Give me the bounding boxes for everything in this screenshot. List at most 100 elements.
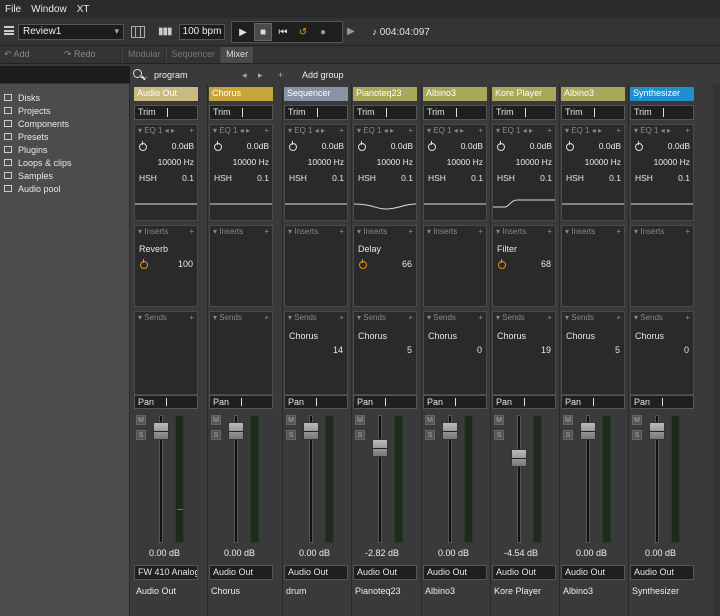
rewind-icon[interactable]: ⏮: [274, 23, 292, 41]
pan-control[interactable]: Pan: [209, 395, 273, 409]
eq-frequency[interactable]: 10000 Hz: [654, 157, 690, 167]
fader-handle[interactable]: [580, 422, 596, 440]
solo-button[interactable]: S: [355, 430, 365, 440]
send-value[interactable]: 5: [615, 345, 620, 355]
send-value[interactable]: 5: [407, 345, 412, 355]
record-icon[interactable]: ●: [314, 23, 332, 41]
scrollbar[interactable]: [713, 84, 720, 616]
strip-header[interactable]: Sequencer: [284, 87, 348, 101]
trim-control[interactable]: Trim: [284, 105, 348, 120]
eq-type[interactable]: HSH: [289, 173, 307, 183]
eq-power-icon[interactable]: [428, 141, 436, 151]
mixer-path-ellipsis[interactable]: ...: [140, 70, 148, 80]
eq-add-icon[interactable]: +: [547, 126, 552, 135]
eq-type[interactable]: HSH: [497, 173, 515, 183]
output-select[interactable]: FW 410 Analog: [134, 565, 198, 580]
strip-header[interactable]: Albino3: [561, 87, 625, 101]
sends-title[interactable]: ▾ Sends +: [493, 312, 555, 325]
send-target[interactable]: Chorus: [428, 331, 457, 341]
insert-value[interactable]: 68: [541, 259, 551, 269]
pan-control[interactable]: Pan: [492, 395, 556, 409]
fader-handle[interactable]: [442, 422, 458, 440]
pan-control[interactable]: Pan: [630, 395, 694, 409]
project-select[interactable]: Review1 ▾: [18, 24, 124, 40]
solo-button[interactable]: S: [494, 430, 504, 440]
send-value[interactable]: 14: [333, 345, 343, 355]
output-select[interactable]: Audio Out: [492, 565, 556, 580]
eq-gain[interactable]: 0.0dB: [322, 141, 344, 151]
trim-control[interactable]: Trim: [209, 105, 273, 120]
eq-frequency[interactable]: 10000 Hz: [585, 157, 621, 167]
mute-button[interactable]: M: [632, 415, 642, 425]
sends-add-icon[interactable]: +: [685, 313, 690, 322]
eq-add-icon[interactable]: +: [189, 126, 194, 135]
tab-modular[interactable]: Modular: [122, 47, 166, 63]
eq-title[interactable]: ▾ EQ 1 ◂ ▸ +: [631, 125, 693, 138]
eq-gain[interactable]: 0.0dB: [461, 141, 483, 151]
inserts-title[interactable]: ▾ Inserts +: [631, 226, 693, 239]
hamburger-icon[interactable]: [4, 26, 14, 35]
eq-power-icon[interactable]: [289, 141, 297, 151]
strip-header[interactable]: Kore Player: [492, 87, 556, 101]
send-target[interactable]: Chorus: [497, 331, 526, 341]
insert-name[interactable]: Reverb: [139, 244, 168, 254]
sidebar-item-3[interactable]: Presets: [4, 130, 72, 143]
eq-power-icon[interactable]: [214, 141, 222, 151]
send-target[interactable]: Chorus: [358, 331, 387, 341]
add-icon[interactable]: +: [278, 70, 283, 80]
insert-name[interactable]: Filter: [497, 244, 517, 254]
eq-type[interactable]: HSH: [139, 173, 157, 183]
inserts-add-icon[interactable]: +: [339, 227, 344, 236]
add-button[interactable]: ↶ Add: [4, 49, 30, 60]
strip-header[interactable]: Pianoteq23: [353, 87, 417, 101]
eq-add-icon[interactable]: +: [264, 126, 269, 135]
inserts-add-icon[interactable]: +: [547, 227, 552, 236]
browser-search-input[interactable]: [0, 66, 130, 84]
sidebar-item-6[interactable]: Samples: [4, 169, 72, 182]
output-select[interactable]: Audio Out: [284, 565, 348, 580]
loop-icon[interactable]: ↺: [294, 23, 312, 41]
eq-add-icon[interactable]: +: [339, 126, 344, 135]
output-select[interactable]: Audio Out: [209, 565, 273, 580]
eq-q[interactable]: 0.1: [471, 173, 483, 183]
solo-button[interactable]: S: [632, 430, 642, 440]
trim-control[interactable]: Trim: [423, 105, 487, 120]
sidebar-item-5[interactable]: Loops & clips: [4, 156, 72, 169]
eq-frequency[interactable]: 10000 Hz: [233, 157, 269, 167]
fader-handle[interactable]: [372, 439, 388, 457]
eq-power-icon[interactable]: [358, 141, 366, 151]
inserts-title[interactable]: ▾ Inserts +: [210, 226, 272, 239]
sidebar-item-0[interactable]: Disks: [4, 91, 72, 104]
eq-type[interactable]: HSH: [566, 173, 584, 183]
mute-button[interactable]: M: [211, 415, 221, 425]
sends-add-icon[interactable]: +: [189, 313, 194, 322]
send-value[interactable]: 0: [684, 345, 689, 355]
sends-title[interactable]: ▾ Sends +: [285, 312, 347, 325]
sends-title[interactable]: ▾ Sends +: [210, 312, 272, 325]
insert-value[interactable]: 66: [402, 259, 412, 269]
insert-power-icon[interactable]: [498, 259, 506, 269]
fader-handle[interactable]: [649, 422, 665, 440]
trim-control[interactable]: Trim: [492, 105, 556, 120]
mute-button[interactable]: M: [425, 415, 435, 425]
sends-title[interactable]: ▾ Sends +: [631, 312, 693, 325]
eq-power-icon[interactable]: [635, 141, 643, 151]
sidebar-item-4[interactable]: Plugins: [4, 143, 72, 156]
nav-prev-icon[interactable]: ◂: [242, 70, 247, 81]
solo-button[interactable]: S: [136, 430, 146, 440]
output-select[interactable]: Audio Out: [423, 565, 487, 580]
eq-power-icon[interactable]: [566, 141, 574, 151]
pan-control[interactable]: Pan: [134, 395, 198, 409]
eq-title[interactable]: ▾ EQ 1 ◂ ▸ +: [493, 125, 555, 138]
eq-q[interactable]: 0.1: [182, 173, 194, 183]
send-value[interactable]: 0: [477, 345, 482, 355]
inserts-title[interactable]: ▾ Inserts +: [285, 226, 347, 239]
sends-add-icon[interactable]: +: [339, 313, 344, 322]
eq-frequency[interactable]: 10000 Hz: [516, 157, 552, 167]
eq-frequency[interactable]: 10000 Hz: [447, 157, 483, 167]
trim-control[interactable]: Trim: [561, 105, 625, 120]
strip-header[interactable]: Chorus: [209, 87, 273, 101]
eq-q[interactable]: 0.1: [609, 173, 621, 183]
eq-title[interactable]: ▾ EQ 1 ◂ ▸ +: [354, 125, 416, 138]
send-target[interactable]: Chorus: [566, 331, 595, 341]
